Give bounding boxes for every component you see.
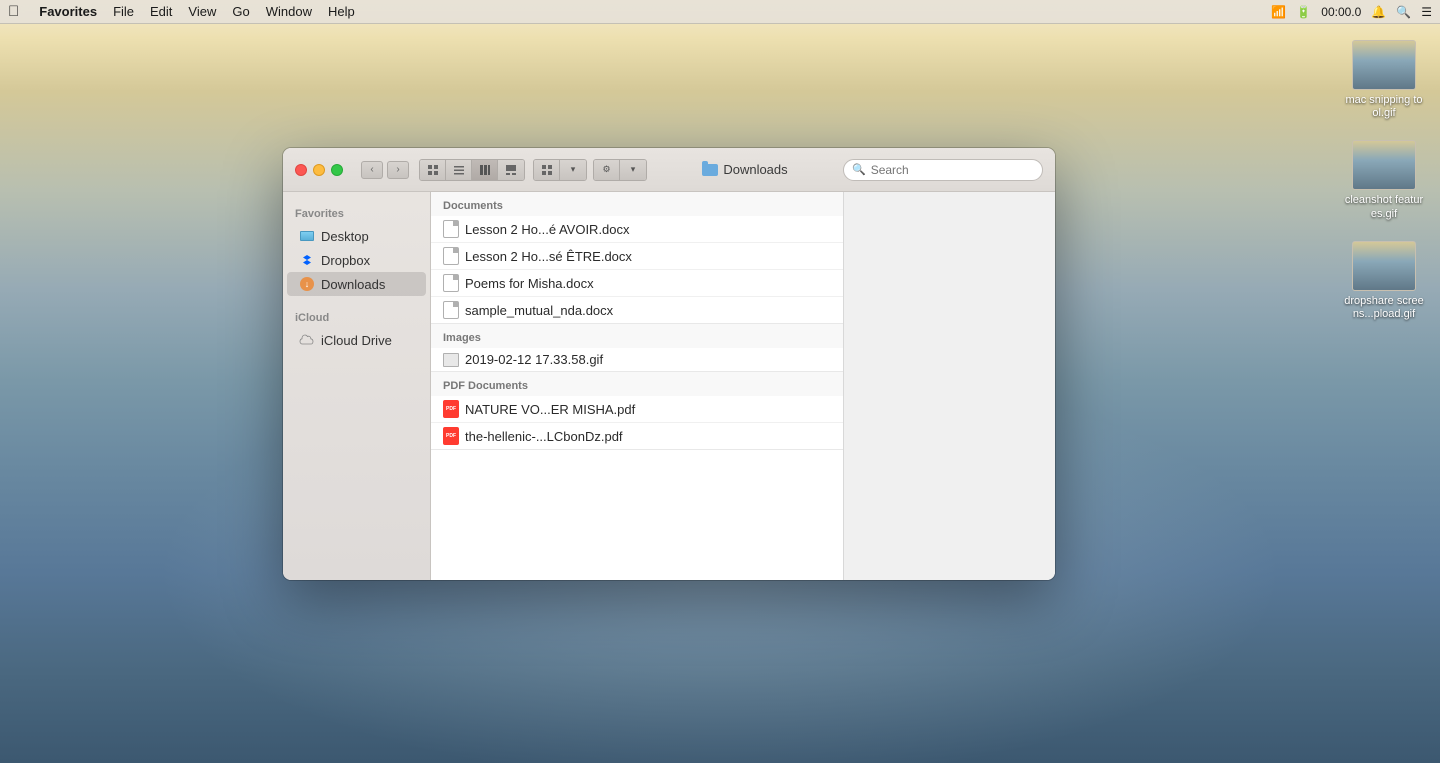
menubar-control-center-icon[interactable]: ☰ (1421, 5, 1432, 19)
menu-file[interactable]: File (113, 4, 134, 19)
menubar-notification-icon[interactable]: 🔔 (1371, 5, 1386, 19)
sidebar-desktop-label: Desktop (321, 229, 369, 244)
folder-icon (702, 164, 718, 176)
sidebar-dropbox-label: Dropbox (321, 253, 370, 268)
menu-edit[interactable]: Edit (150, 4, 172, 19)
search-input[interactable] (871, 163, 1034, 177)
back-button[interactable]: ‹ (361, 161, 383, 179)
documents-group: Documents Lesson 2 Ho...é AVOIR.docx Les… (431, 192, 843, 324)
view-button-group (419, 159, 525, 181)
action-dropdown-button[interactable]: ▾ (620, 160, 646, 180)
desktop-icon-3[interactable]: dropshare screens...pload.gif (1344, 241, 1424, 321)
sidebar-item-dropbox[interactable]: Dropbox (287, 248, 426, 272)
file-item[interactable]: PDF the-hellenic-...LCbonDz.pdf (431, 423, 843, 449)
menu-window[interactable]: Window (266, 4, 312, 19)
arrange-dropdown-button[interactable]: ▾ (560, 160, 586, 180)
pdf-header: PDF Documents (431, 372, 843, 396)
desktop-icon-sidebar (299, 228, 315, 244)
file-name: Lesson 2 Ho...sé ÊTRE.docx (465, 249, 632, 264)
navigation-buttons: ‹ › (361, 161, 409, 179)
menu-help[interactable]: Help (328, 4, 355, 19)
sidebar-item-icloud[interactable]: iCloud Drive (287, 328, 426, 352)
window-title: Downloads (657, 162, 833, 177)
desktop-icon-1[interactable]: mac snipping tool.gif (1344, 40, 1424, 120)
menu-finder[interactable]: Favorites (39, 4, 97, 19)
documents-header: Documents (431, 192, 843, 216)
doc-icon (443, 301, 459, 319)
doc-icon (443, 220, 459, 238)
menu-view[interactable]: View (188, 4, 216, 19)
menu-go[interactable]: Go (232, 4, 249, 19)
sidebar: Favorites Desktop Dropbox ↓ (283, 192, 431, 580)
action-settings-button[interactable]: ⚙ (594, 160, 620, 180)
apple-menu[interactable]:  (8, 3, 19, 20)
window-body: Favorites Desktop Dropbox ↓ (283, 192, 1055, 580)
file-list: Documents Lesson 2 Ho...é AVOIR.docx Les… (431, 192, 843, 580)
forward-button[interactable]: › (387, 161, 409, 179)
desktop-icon-label-1: mac snipping tool.gif (1344, 94, 1424, 120)
search-bar[interactable]: 🔍 (843, 159, 1043, 181)
images-header: Images (431, 324, 843, 348)
doc-icon (443, 247, 459, 265)
icloud-drive-icon (299, 332, 315, 348)
doc-icon (443, 274, 459, 292)
column-view-button[interactable] (472, 160, 498, 180)
file-name: Poems for Misha.docx (465, 276, 594, 291)
favorites-label: Favorites (283, 204, 430, 224)
file-item[interactable]: Lesson 2 Ho...é AVOIR.docx (431, 216, 843, 243)
menubar-wifi-icon[interactable]: 📶 (1271, 5, 1286, 19)
sidebar-item-downloads[interactable]: ↓ Downloads (287, 272, 426, 296)
window-buttons (295, 164, 343, 176)
group-button-group: ▾ (533, 159, 587, 181)
menubar-search-icon[interactable]: 🔍 (1396, 5, 1411, 19)
pdf-icon: PDF (443, 400, 459, 418)
gif-icon (443, 353, 459, 367)
menubar:  Favorites File Edit View Go Window Hel… (0, 0, 1440, 24)
file-item[interactable]: Lesson 2 Ho...sé ÊTRE.docx (431, 243, 843, 270)
arrange-button[interactable] (534, 160, 560, 180)
file-item[interactable]: 2019-02-12 17.33.58.gif (431, 348, 843, 371)
finder-window: ‹ › ▾ (283, 148, 1055, 580)
desktop-icon-label-2: cleanshot features.gif (1344, 194, 1424, 220)
search-icon: 🔍 (852, 163, 866, 176)
sidebar-icloud-label: iCloud Drive (321, 333, 392, 348)
gallery-view-button[interactable] (498, 160, 524, 180)
sidebar-downloads-label: Downloads (321, 277, 385, 292)
action-button-group: ⚙ ▾ (593, 159, 647, 181)
images-group: Images 2019-02-12 17.33.58.gif (431, 324, 843, 372)
desktop-icon-label-3: dropshare screens...pload.gif (1344, 295, 1424, 321)
desktop-icon-thumb-1 (1352, 40, 1416, 90)
menubar-battery-icon: 🔋 (1296, 5, 1311, 19)
dropbox-icon (299, 252, 315, 268)
close-button[interactable] (295, 164, 307, 176)
file-item[interactable]: Poems for Misha.docx (431, 270, 843, 297)
file-name: 2019-02-12 17.33.58.gif (465, 352, 603, 367)
icon-view-button[interactable] (420, 160, 446, 180)
view-buttons: ▾ ⚙ ▾ (419, 159, 647, 181)
desktop-icon-thumb-3 (1352, 241, 1416, 291)
desktop-icons: mac snipping tool.gif cleanshot features… (1344, 40, 1424, 321)
maximize-button[interactable] (331, 164, 343, 176)
file-item[interactable]: PDF NATURE VO...ER MISHA.pdf (431, 396, 843, 423)
file-name: NATURE VO...ER MISHA.pdf (465, 402, 635, 417)
file-item[interactable]: sample_mutual_nda.docx (431, 297, 843, 323)
file-name: sample_mutual_nda.docx (465, 303, 613, 318)
titlebar: ‹ › ▾ (283, 148, 1055, 192)
preview-panel (843, 192, 1055, 580)
menubar-time: 00:00.0 (1321, 5, 1361, 19)
desktop-icon-thumb-2 (1352, 140, 1416, 190)
downloads-icon: ↓ (299, 276, 315, 292)
list-view-button[interactable] (446, 160, 472, 180)
file-name: Lesson 2 Ho...é AVOIR.docx (465, 222, 630, 237)
pdf-icon: PDF (443, 427, 459, 445)
sidebar-item-desktop[interactable]: Desktop (287, 224, 426, 248)
desktop-icon-2[interactable]: cleanshot features.gif (1344, 140, 1424, 220)
icloud-label: iCloud (283, 308, 430, 328)
pdf-group: PDF Documents PDF NATURE VO...ER MISHA.p… (431, 372, 843, 450)
minimize-button[interactable] (313, 164, 325, 176)
file-name: the-hellenic-...LCbonDz.pdf (465, 429, 623, 444)
